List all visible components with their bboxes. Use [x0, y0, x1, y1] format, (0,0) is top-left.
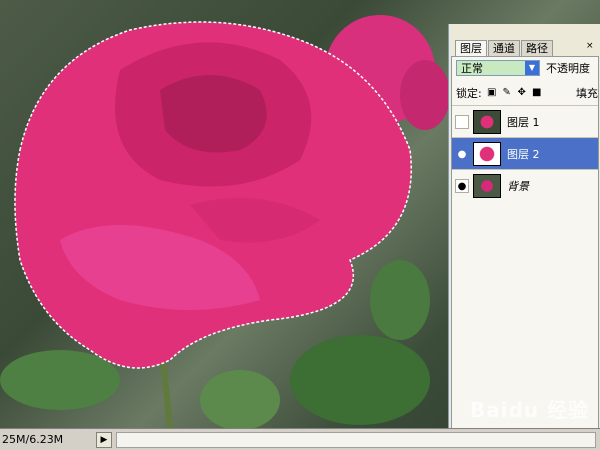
visibility-eye-icon[interactable]: ● — [455, 114, 469, 129]
horizontal-scrollbar[interactable] — [116, 431, 596, 448]
fill-label: 填充 — [576, 87, 598, 100]
layer-thumbnail — [473, 173, 501, 198]
layer-row-layer-2[interactable]: ● 图层 2 — [452, 137, 598, 169]
layer-name: 图层 1 — [507, 115, 540, 129]
layer-row-background[interactable]: ● 背景 — [452, 169, 598, 201]
blend-mode-select[interactable]: 正常 ▼ — [456, 60, 540, 76]
blend-mode-value: 正常 — [461, 62, 483, 75]
opacity-label: 不透明度 — [546, 62, 590, 75]
tab-channels[interactable]: 通道 — [488, 40, 520, 57]
blend-row: 正常 ▼ 不透明度 — [456, 60, 590, 76]
status-bar: 25M/6.23M ▶ — [0, 428, 600, 450]
lock-brush-icon[interactable]: ✎ — [502, 88, 512, 98]
status-menu-arrow-icon[interactable]: ▶ — [96, 431, 112, 448]
layer-thumbnail — [473, 109, 501, 134]
visibility-eye-icon[interactable]: ● — [455, 146, 469, 161]
lock-transparency-icon[interactable]: ▣ — [487, 88, 497, 98]
layers-palette: 图层 通道 路径 × 正常 ▼ 不透明度 锁定: ▣ ✎ ✥ ■ 填充 ● 图层… — [448, 24, 600, 450]
layer-row-layer-1[interactable]: ● 图层 1 — [452, 105, 598, 137]
tab-paths[interactable]: 路径 — [521, 40, 553, 57]
visibility-eye-icon[interactable]: ● — [455, 178, 469, 193]
doc-size-readout: 25M/6.23M — [2, 433, 64, 446]
lock-icon[interactable]: ■ — [532, 88, 542, 98]
layers-list: ● 图层 1 ● 图层 2 ● 背景 — [452, 105, 598, 201]
close-icon[interactable]: × — [586, 41, 596, 51]
layer-name: 图层 2 — [507, 147, 540, 161]
watermark: Baidu 经验 — [470, 398, 590, 422]
lock-row: 锁定: ▣ ✎ ✥ ■ 填充 — [456, 85, 598, 101]
layer-name: 背景 — [507, 179, 529, 193]
lock-label: 锁定: — [456, 87, 482, 100]
layer-thumbnail — [473, 141, 501, 166]
layers-panel-body: 正常 ▼ 不透明度 锁定: ▣ ✎ ✥ ■ 填充 ● 图层 1 ● 图层 2 — [451, 56, 599, 446]
chevron-down-icon[interactable]: ▼ — [525, 61, 539, 75]
tab-layers[interactable]: 图层 — [455, 40, 487, 57]
lock-move-icon[interactable]: ✥ — [517, 88, 527, 98]
palette-tabs: 图层 通道 路径 — [455, 40, 554, 57]
